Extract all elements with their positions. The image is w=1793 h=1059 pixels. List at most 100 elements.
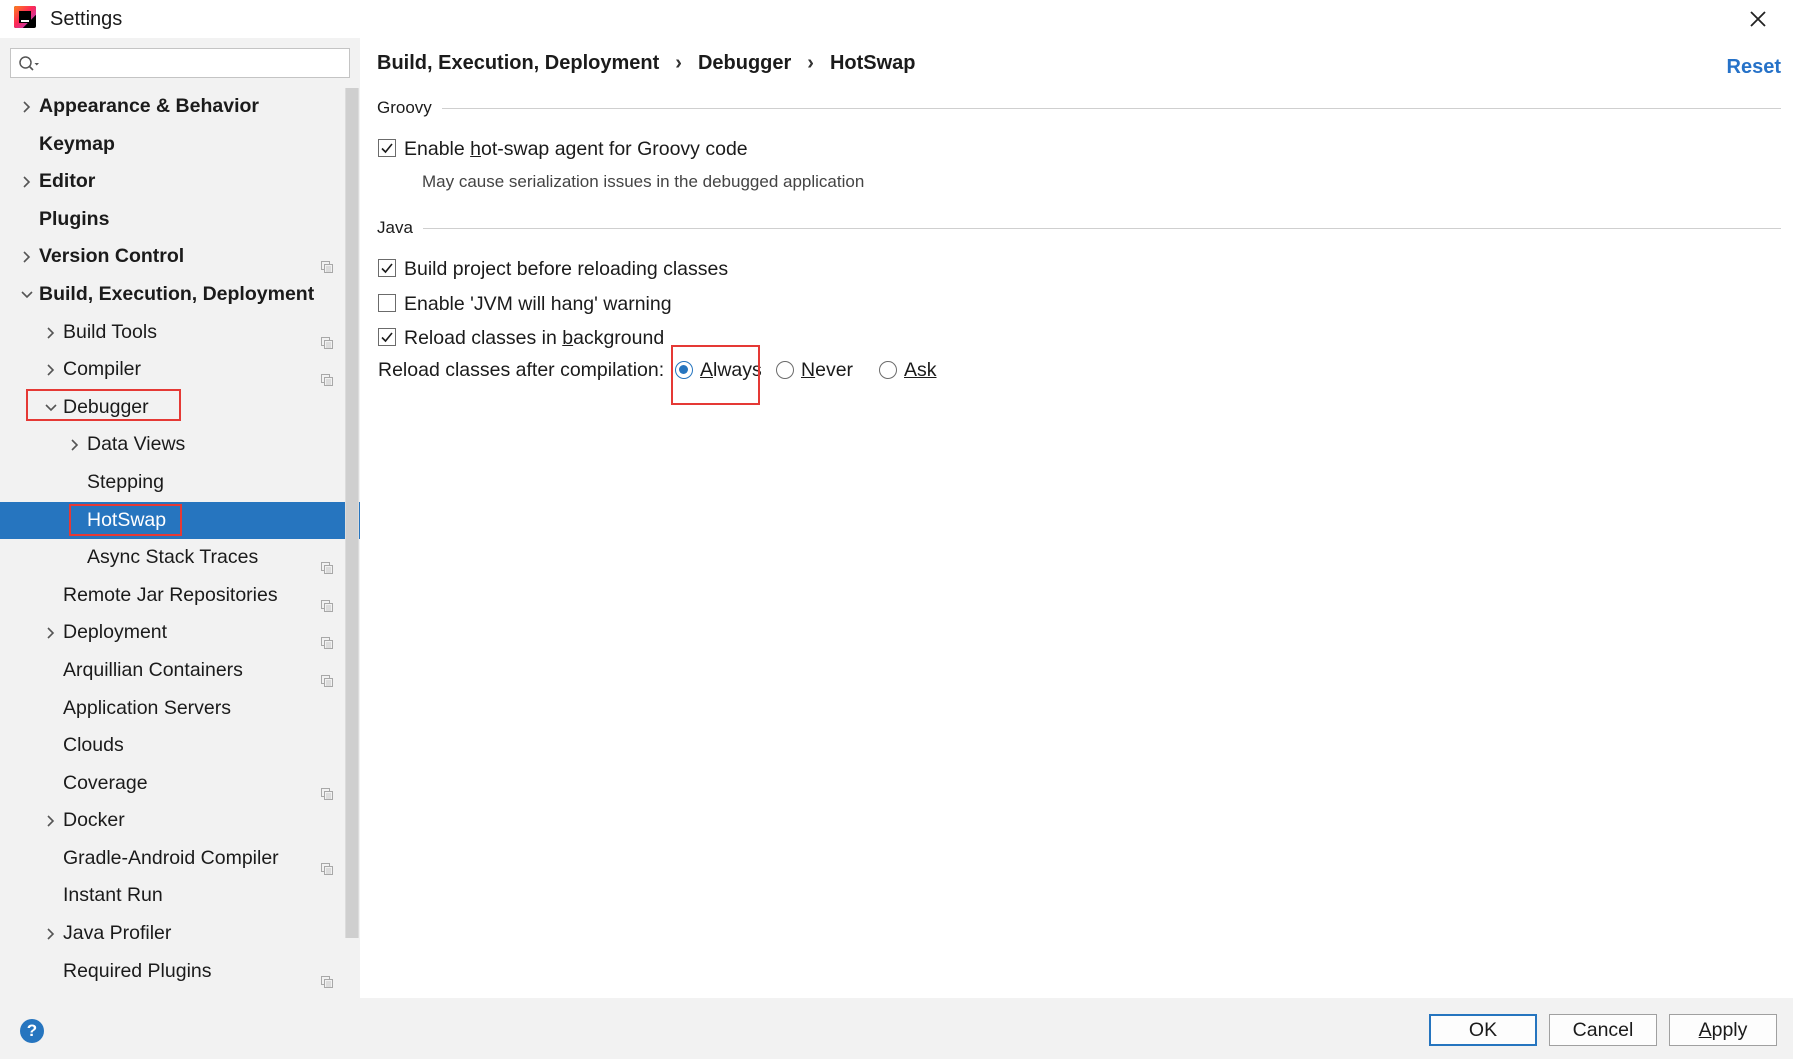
radio-button[interactable] xyxy=(879,361,897,379)
checkmark-icon xyxy=(381,332,393,343)
sidebar-item-hotswap[interactable]: HotSwap xyxy=(0,501,360,540)
project-scope-icon xyxy=(320,777,334,800)
cancel-button[interactable]: Cancel xyxy=(1549,1014,1657,1046)
sidebar-item-editor[interactable]: Editor xyxy=(0,163,360,201)
build-before-reload-checkbox[interactable] xyxy=(378,259,396,277)
sidebar-item-debugger[interactable]: Debugger xyxy=(0,389,360,427)
sidebar-item-arquillian-containers[interactable]: Arquillian Containers xyxy=(0,652,360,690)
project-scope-icon xyxy=(320,664,334,687)
breadcrumb-separator: › xyxy=(807,52,814,74)
breadcrumb-item: Debugger xyxy=(697,52,792,74)
sidebar-item-gradle-android-compiler[interactable]: Gradle-Android Compiler xyxy=(0,840,360,878)
window-title: Settings xyxy=(50,8,123,30)
sidebar-item-label: Build, Execution, Deployment xyxy=(39,282,315,305)
enable-groovy-agent-checkbox[interactable] xyxy=(378,139,396,157)
radio-label: Ask xyxy=(904,359,937,381)
search-input[interactable] xyxy=(10,48,350,78)
sidebar-item-data-views[interactable]: Data Views xyxy=(0,426,360,464)
sidebar-item-keymap[interactable]: Keymap xyxy=(0,126,360,164)
chevron-down-icon[interactable] xyxy=(44,389,58,426)
project-scope-icon xyxy=(320,250,334,274)
sidebar-item-label: Build Tools xyxy=(63,320,157,343)
sidebar-item-build-execution-deployment[interactable]: Build, Execution, Deployment xyxy=(0,276,360,314)
jvm-hang-warning-checkbox[interactable] xyxy=(378,294,396,312)
radio-ask[interactable]: Ask xyxy=(879,356,939,384)
chevron-right-icon[interactable] xyxy=(44,314,58,351)
sidebar-item-deployment[interactable]: Deployment xyxy=(0,614,360,652)
chevron-right-icon[interactable] xyxy=(20,88,34,125)
apply-button[interactable]: Apply xyxy=(1669,1014,1777,1046)
sidebar-item-label: Coverage xyxy=(63,771,148,794)
sidebar-item-label: Keymap xyxy=(39,132,115,155)
project-scope-icon xyxy=(320,852,334,875)
radio-label: Never xyxy=(801,359,854,381)
sidebar-item-application-servers[interactable]: Application Servers xyxy=(0,690,360,728)
radio-button[interactable] xyxy=(675,361,693,379)
checkmark-icon xyxy=(381,143,393,154)
groovy-group: Groovy xyxy=(377,96,1781,120)
project-scope-icon xyxy=(320,626,334,650)
checkmark-icon xyxy=(381,263,393,274)
ok-button[interactable]: OK xyxy=(1429,1014,1537,1046)
close-button[interactable] xyxy=(1745,6,1771,32)
radio-button[interactable] xyxy=(776,361,794,379)
java-group: Java xyxy=(377,216,1781,240)
sidebar-item-label: Async Stack Traces xyxy=(87,546,259,569)
help-icon[interactable]: ? xyxy=(20,1019,44,1043)
sidebar-item-coverage[interactable]: Coverage xyxy=(0,765,360,803)
sidebar-item-appearance-behavior[interactable]: Appearance & Behavior xyxy=(0,88,360,126)
title-bar: Settings xyxy=(0,0,1793,38)
sidebar-item-label: Arquillian Containers xyxy=(63,658,243,681)
chevron-right-icon[interactable] xyxy=(44,915,58,952)
sidebar-item-label: Instant Run xyxy=(63,884,163,907)
sidebar-item-clouds[interactable]: Clouds xyxy=(0,727,360,765)
chevron-right-icon[interactable] xyxy=(20,163,34,200)
project-scope-icon xyxy=(320,363,334,387)
sidebar-item-label: Required Plugins xyxy=(63,959,212,982)
chevron-right-icon[interactable] xyxy=(44,614,58,651)
checkbox-label: Build project before reloading classes xyxy=(404,258,729,280)
sidebar-item-required-plugins[interactable]: Required Plugins xyxy=(0,953,360,991)
sidebar-item-label: Remote Jar Repositories xyxy=(63,583,278,606)
sidebar-item-label: Debugger xyxy=(63,395,149,418)
dialog-footer: ? OK Cancel Apply xyxy=(0,998,1793,1059)
sidebar-item-label: Data Views xyxy=(87,433,186,456)
sidebar-item-compiler[interactable]: Compiler xyxy=(0,351,360,389)
sidebar-item-async-stack-traces[interactable]: Async Stack Traces xyxy=(0,539,360,577)
sidebar-scrollbar-thumb[interactable] xyxy=(346,88,358,938)
sidebar-item-stepping[interactable]: Stepping xyxy=(0,464,360,502)
search-icon xyxy=(19,56,39,71)
breadcrumb-item: Build, Execution, Deployment xyxy=(377,52,660,74)
chevron-right-icon[interactable] xyxy=(68,426,82,463)
sidebar-item-build-tools[interactable]: Build Tools xyxy=(0,314,360,352)
close-icon xyxy=(1750,11,1766,27)
project-scope-icon xyxy=(320,551,334,575)
reload-after-compilation-label: Reload classes after compilation: xyxy=(378,359,665,381)
sidebar-scrollbar[interactable] xyxy=(345,88,359,938)
reset-link[interactable]: Reset xyxy=(1727,56,1781,79)
sidebar-item-label: Appearance & Behavior xyxy=(39,95,259,117)
sidebar-item-version-control[interactable]: Version Control xyxy=(0,238,360,276)
sidebar-item-label: Version Control xyxy=(39,245,185,268)
sidebar-item-label: HotSwap xyxy=(87,508,167,531)
sidebar-item-label: Compiler xyxy=(63,358,142,381)
breadcrumb-item: HotSwap xyxy=(829,52,916,74)
sidebar-item-label: Deployment xyxy=(63,621,168,644)
chevron-down-icon[interactable] xyxy=(20,276,34,313)
radio-never[interactable]: Never xyxy=(776,356,856,384)
sidebar-item-docker[interactable]: Docker xyxy=(0,802,360,840)
sidebar-item-instant-run[interactable]: Instant Run xyxy=(0,877,360,915)
chevron-right-icon[interactable] xyxy=(20,238,34,275)
reload-in-background-checkbox[interactable] xyxy=(378,328,396,346)
sidebar-item-label: Docker xyxy=(63,809,125,832)
project-scope-icon xyxy=(320,589,334,612)
project-scope-icon xyxy=(320,326,334,349)
sidebar-item-plugins[interactable]: Plugins xyxy=(0,201,360,239)
sidebar-item-remote-jar-repositories[interactable]: Remote Jar Repositories xyxy=(0,577,360,615)
chevron-right-icon[interactable] xyxy=(44,802,58,839)
radio-always[interactable]: Always xyxy=(675,356,763,384)
sidebar-item-java-profiler[interactable]: Java Profiler xyxy=(0,915,360,953)
breadcrumb-separator: › xyxy=(675,52,682,74)
chevron-right-icon[interactable] xyxy=(44,351,58,388)
group-title-groovy: Groovy xyxy=(377,96,442,120)
